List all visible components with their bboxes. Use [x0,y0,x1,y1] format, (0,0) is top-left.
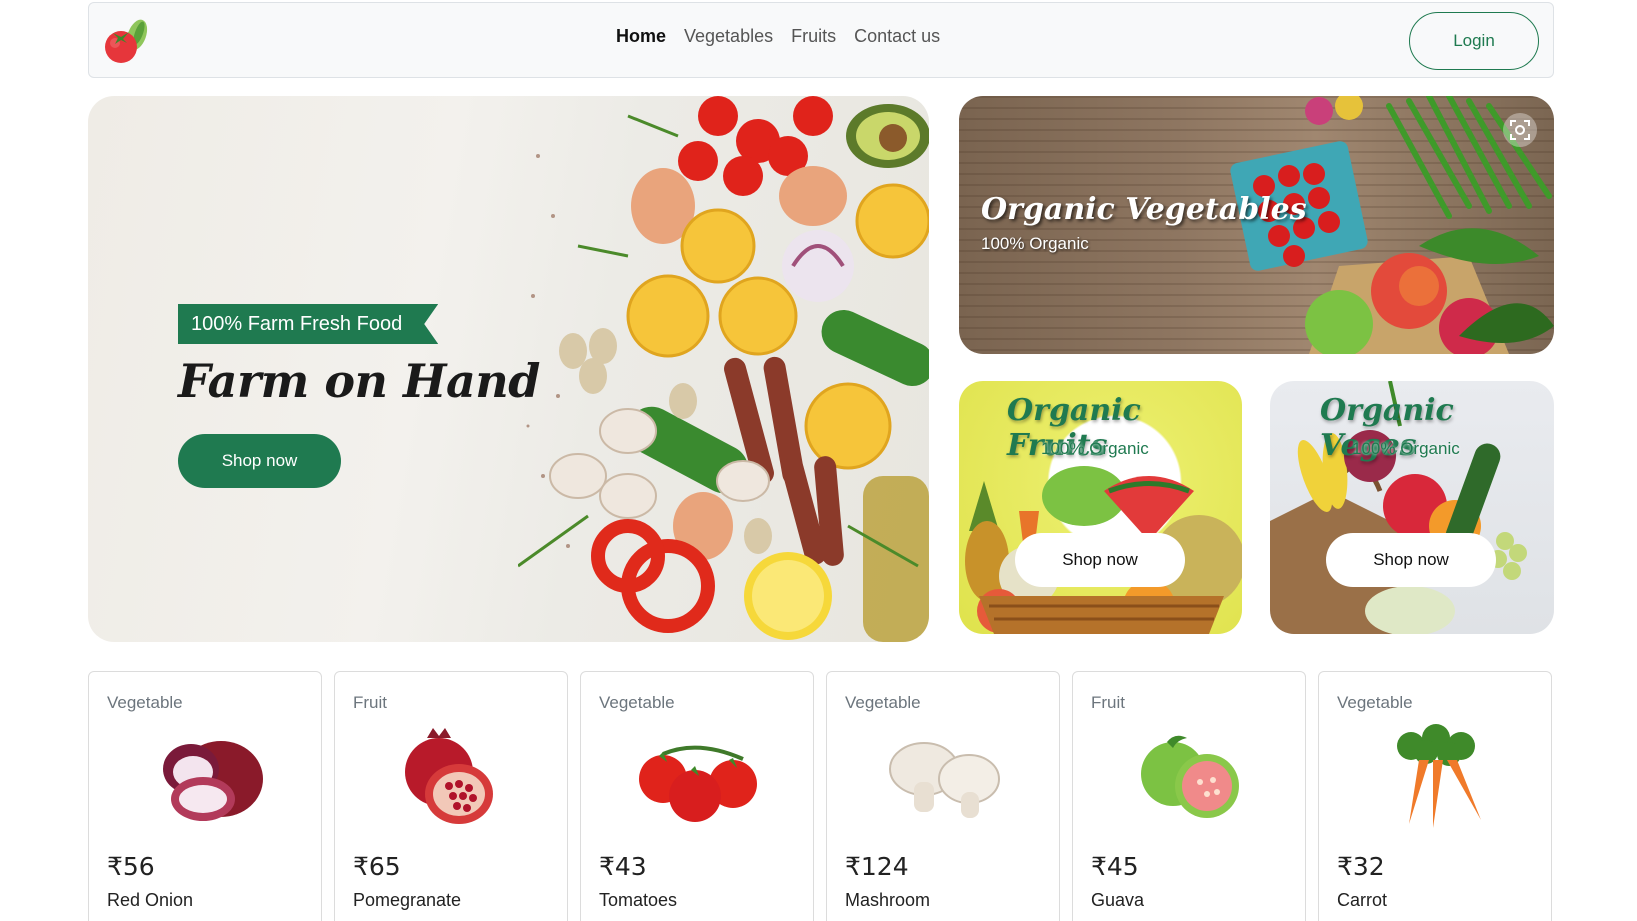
tomato-logo-icon[interactable] [101,17,151,67]
product-name: Pomegranate [353,890,462,910]
product-card-tomatoes[interactable]: Vegetable ₹43 Tomatoes [580,671,814,921]
product-category: Vegetable [599,693,675,712]
tomatoes-icon [639,745,757,822]
product-card-pomegranate[interactable]: Fruit ₹65 Pomegranate [334,671,568,921]
product-category: Vegetable [107,693,183,712]
product-list: Vegetable ₹56 Red Onion Fruit ₹65 Pomegr… [88,671,1554,921]
nav-links: Home Vegetables Fruits Contact us [616,3,940,69]
pomegranate-icon [405,728,493,824]
product-card-mushroom[interactable]: Vegetable ₹124 Mashroom [826,671,1060,921]
product-category: Vegetable [845,693,921,712]
nav-fruits-link[interactable]: Fruits [791,26,836,47]
hero-banner: 100% Farm Fresh Food Farm on Hand Shop n… [88,96,929,642]
organic-vegetables-card[interactable]: Organic Vegetables 100% Organic [959,96,1554,354]
login-button[interactable]: Login [1409,12,1539,70]
organic-fruits-subtitle: 100% Organic [1041,439,1149,458]
product-price: ₹43 [599,852,647,881]
red-onion-icon [163,741,263,821]
veges-shop-now-button[interactable]: Shop now [1326,533,1496,587]
image-search-icon[interactable] [1502,112,1538,148]
hero-shop-now-button[interactable]: Shop now [178,434,341,488]
product-card-carrot[interactable]: Vegetable ₹32 Carrot [1318,671,1552,921]
product-category: Vegetable [1337,693,1413,712]
organic-veges-card[interactable]: Organic Veges 100% Organic Shop now [1270,381,1554,634]
product-category: Fruit [1091,693,1125,712]
product-name: Tomatoes [599,890,678,910]
hero-title: Farm on Hand [178,354,540,408]
product-price: ₹56 [107,852,155,881]
nav-home-link[interactable]: Home [616,26,666,47]
fruits-shop-now-button[interactable]: Shop now [1015,533,1185,587]
product-price: ₹124 [845,852,909,881]
product-name: Red Onion [107,890,194,910]
product-card-red-onion[interactable]: Vegetable ₹56 Red Onion [88,671,322,921]
carrot-icon [1397,724,1481,828]
guava-icon [1141,735,1239,818]
organic-vegetables-title: Organic Vegetables [981,192,1307,227]
product-category: Fruit [353,693,387,712]
product-price: ₹65 [353,852,401,881]
fresh-food-image [518,96,929,642]
navbar: Home Vegetables Fruits Contact us Login [88,2,1554,78]
product-name: Guava [1091,890,1145,910]
product-card-guava[interactable]: Fruit ₹45 Guava [1072,671,1306,921]
hero-badge: 100% Farm Fresh Food [178,304,438,344]
mushroom-icon [889,742,1000,818]
organic-veges-subtitle: 100% Organic [1352,439,1460,458]
organic-fruits-card[interactable]: Organic Fruits 100% Organic Shop now [959,381,1242,634]
nav-vegetables-link[interactable]: Vegetables [684,26,773,47]
product-price: ₹45 [1091,852,1139,881]
product-price: ₹32 [1337,852,1385,881]
product-name: Mashroom [845,890,931,910]
product-name: Carrot [1337,890,1388,910]
organic-vegetables-subtitle: 100% Organic [981,234,1089,253]
nav-contact-link[interactable]: Contact us [854,26,940,47]
